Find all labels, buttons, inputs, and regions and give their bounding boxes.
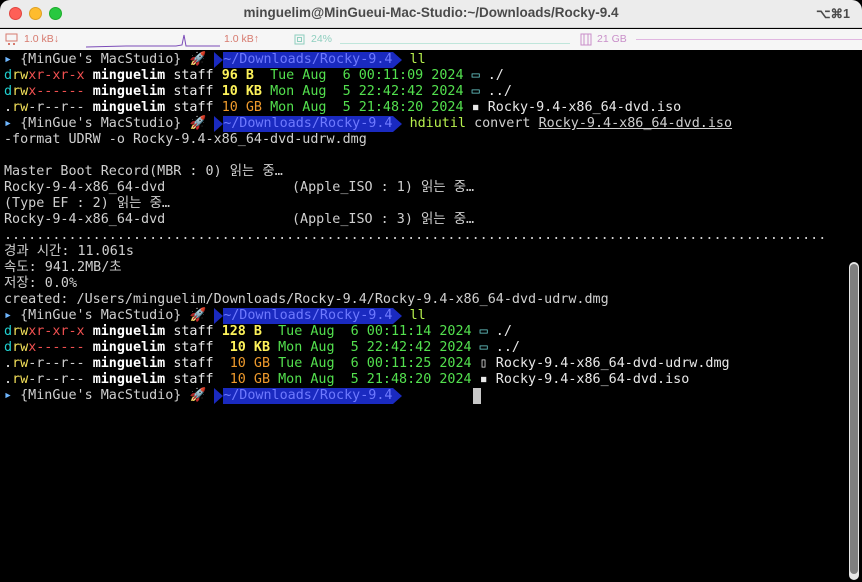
listing-row: drwxr-xr-x minguelim staff 128 B Tue Aug… <box>4 324 512 339</box>
memory-graph <box>636 39 862 40</box>
network-icon <box>5 33 18 45</box>
command-text: ll <box>409 52 426 67</box>
disk-icon: ▪ <box>471 100 480 115</box>
output-line: (Type EF : 2) 읽는 중… <box>4 196 170 211</box>
powerline-arrow-icon <box>214 308 224 324</box>
net-up-value: 1.0 kB↑ <box>224 33 260 45</box>
powerline-arrow-icon <box>214 388 224 404</box>
powerline-arrow-icon <box>214 116 224 132</box>
powerline-arrow-icon <box>392 116 402 132</box>
output-line: 저장: 0.0% <box>4 276 78 291</box>
net-down-value: 1.0 kB↓ <box>24 33 60 45</box>
terminal-output[interactable]: ▸ {MinGue's MacStudio} 🚀 ~/Downloads/Roc… <box>0 51 848 582</box>
scrollbar-thumb[interactable] <box>850 264 858 574</box>
prompt-line: ▸ {MinGue's MacStudio} 🚀 ~/Downloads/Roc… <box>4 52 426 68</box>
title-bar: minguelim@MinGueui-Mac-Studio:~/Download… <box>0 0 862 28</box>
rocket-icon: 🚀 <box>189 308 207 323</box>
memory-icon <box>580 33 592 46</box>
listing-row: drwx------ minguelim staff 10 KB Mon Aug… <box>4 340 520 355</box>
rocket-icon: 🚀 <box>189 52 207 67</box>
status-bar: 1.0 kB↓ 1.0 kB↑ 24% 21 GB <box>0 29 862 50</box>
text-cursor <box>473 388 481 404</box>
folder-icon: ▭ <box>471 68 480 83</box>
folder-icon: ▭ <box>471 84 480 99</box>
prompt-line: ▸ {MinGue's MacStudio} 🚀 ~/Downloads/Roc… <box>4 388 402 404</box>
disk-icon: ▪ <box>479 372 488 387</box>
command-continuation: -format UDRW -o Rocky-9.4-x86_64-dvd-udr… <box>4 132 367 147</box>
output-line: 경과 시간: 11.061s <box>4 244 134 259</box>
network-graph <box>86 34 220 48</box>
folder-icon: ▭ <box>479 324 488 339</box>
memory-value: 21 GB <box>597 33 627 45</box>
prompt-host: {MinGue's MacStudio} <box>20 52 182 67</box>
listing-row: .rw-r--r-- minguelim staff 10 GB Mon Aug… <box>4 100 682 115</box>
output-line: created: /Users/minguelim/Downloads/Rock… <box>4 292 609 307</box>
file-icon: ▯ <box>479 356 488 371</box>
powerline-arrow-icon <box>392 52 402 68</box>
cpu-graph <box>340 43 570 44</box>
prompt-line: ▸ {MinGue's MacStudio} 🚀 ~/Downloads/Roc… <box>4 308 426 324</box>
output-line: 속도: 941.2MB/초 <box>4 260 122 275</box>
listing-row: drwx------ minguelim staff 10 KB Mon Aug… <box>4 84 512 99</box>
window-title: minguelim@MinGueui-Mac-Studio:~/Download… <box>243 5 619 20</box>
listing-row: drwxr-xr-x minguelim staff 96 B Tue Aug … <box>4 68 504 83</box>
terminal-window: minguelim@MinGueui-Mac-Studio:~/Download… <box>0 0 862 582</box>
powerline-arrow-icon <box>214 52 224 68</box>
powerline-arrow-icon <box>392 388 402 404</box>
prompt-path: ~/Downloads/Rocky-9.4 <box>223 52 393 68</box>
cpu-value: 24% <box>311 33 333 45</box>
folder-icon: ▭ <box>479 340 488 355</box>
cpu-icon <box>294 34 305 45</box>
output-line: Master Boot Record(MBR : 0) 읽는 중… <box>4 164 283 179</box>
window-shortcut: ⌥⌘1 <box>816 7 850 21</box>
listing-row: .rw-r--r-- minguelim staff 10 GB Mon Aug… <box>4 372 690 387</box>
listing-row: .rw-r--r-- minguelim staff 10 GB Tue Aug… <box>4 356 730 371</box>
prompt-line: ▸ {MinGue's MacStudio} 🚀 ~/Downloads/Roc… <box>4 116 733 132</box>
progress-dots: ........................................… <box>4 228 827 243</box>
rocket-icon: 🚀 <box>189 388 207 403</box>
scrollbar[interactable] <box>849 262 859 580</box>
rocket-icon: 🚀 <box>189 116 207 131</box>
output-line: Rocky-9-4-x86_64-dvd (Apple_ISO : 1) 읽는 중… <box>4 180 475 195</box>
powerline-arrow-icon <box>392 308 402 324</box>
output-line: Rocky-9-4-x86_64-dvd (Apple_ISO : 3) 읽는 중… <box>4 212 475 227</box>
